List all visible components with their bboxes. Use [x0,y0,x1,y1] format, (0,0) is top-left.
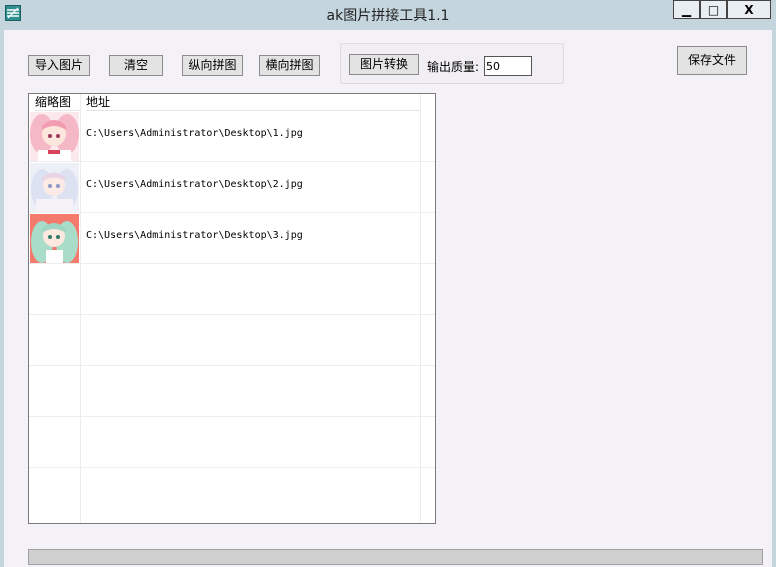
import-images-button[interactable]: 导入图片 [28,55,90,76]
file-path: C:\Users\Administrator\Desktop\3.jpg [86,230,303,241]
horizontal-stitch-button[interactable]: 横向拼图 [259,55,320,76]
vertical-stitch-button[interactable]: 纵向拼图 [182,55,243,76]
minimize-button[interactable]: ▁ [673,0,700,19]
image-list[interactable]: 缩略图 地址 C:\Users\Administrator\Desktop\1.… [28,93,436,524]
file-path: C:\Users\Administrator\Desktop\1.jpg [86,128,303,139]
main-panel: 导入图片 清空 纵向拼图 横向拼图 图片转换 输出质量: 保存文件 缩略图 地址 [4,30,772,567]
empty-row [29,264,435,315]
minimize-icon: ▁ [681,2,692,17]
file-path: C:\Users\Administrator\Desktop\2.jpg [86,179,303,190]
table-row[interactable]: C:\Users\Administrator\Desktop\2.jpg [29,162,435,213]
convert-image-button[interactable]: 图片转换 [349,54,419,75]
title-bar: ak图片拼接工具1.1 ▁ □ X [0,0,776,30]
empty-row [29,417,435,468]
table-row[interactable]: C:\Users\Administrator\Desktop\1.jpg [29,111,435,162]
thumbnail-image [30,214,79,263]
maximize-button[interactable]: □ [700,0,727,19]
empty-row [29,366,435,417]
quality-label: 输出质量: [427,60,480,74]
window-title: ak图片拼接工具1.1 [326,8,450,24]
clear-button[interactable]: 清空 [109,55,163,76]
table-row[interactable]: C:\Users\Administrator\Desktop\3.jpg [29,213,435,264]
thumbnail-image [30,112,79,161]
column-header-thumbnail[interactable]: 缩略图 [35,94,81,111]
progress-bar [28,549,763,565]
empty-row [29,315,435,366]
maximize-icon: □ [707,2,720,17]
column-header-path[interactable]: 地址 [86,94,420,111]
empty-row [29,468,435,519]
close-icon: X [744,2,754,17]
thumbnail-image [30,163,79,212]
close-button[interactable]: X [727,0,771,19]
save-file-button[interactable]: 保存文件 [677,46,747,75]
quality-input[interactable] [484,56,532,76]
